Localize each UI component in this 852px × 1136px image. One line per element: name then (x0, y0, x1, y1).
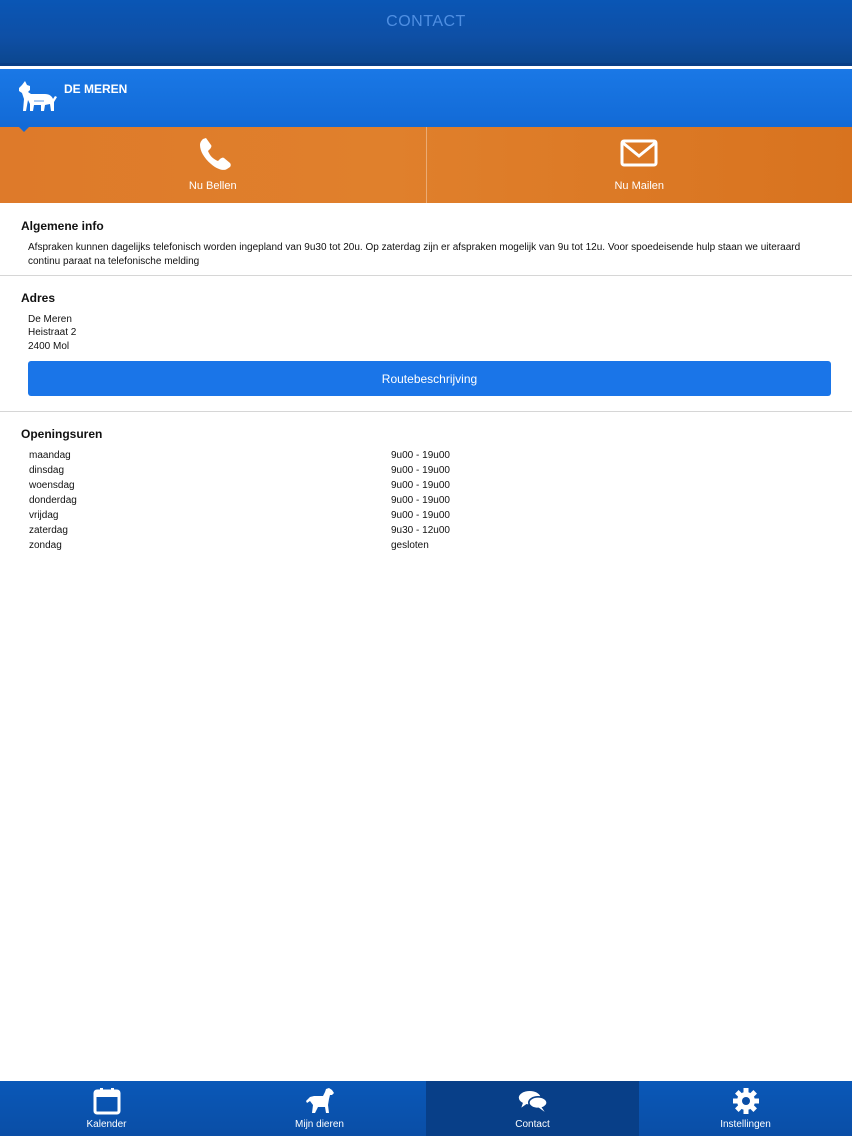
general-info-line-2: continu paraat na telefonische melding (28, 256, 200, 267)
selection-notch (17, 125, 31, 132)
hours-day: donderdag (29, 495, 77, 506)
tab-contact[interactable]: Contact (426, 1081, 639, 1136)
action-bar: Nu Bellen Nu Mailen (0, 127, 852, 203)
dog-icon (305, 1088, 334, 1113)
tab-kalender[interactable]: Kalender (0, 1081, 213, 1136)
hours-row: vrijdag 9u00 - 19u00 (29, 510, 829, 525)
phone-icon (199, 138, 231, 170)
tab-mijn-dieren[interactable]: Mijn dieren (213, 1081, 426, 1136)
divider (0, 275, 852, 276)
hours-day: zaterdag (29, 525, 68, 536)
hours-day: zondag (29, 540, 62, 551)
top-navigation-bar: CONTACT (0, 0, 852, 66)
hours-row: donderdag 9u00 - 19u00 (29, 495, 829, 510)
call-button-label: Nu Bellen (188, 180, 237, 192)
address-heading: Adres (21, 291, 56, 305)
tab-label: Contact (515, 1119, 550, 1130)
practice-bar: DE MEREN (0, 69, 852, 132)
mail-button-label: Nu Mailen (614, 180, 665, 192)
hours-day: maandag (29, 450, 71, 461)
opening-hours-heading: Openingsuren (21, 427, 103, 441)
hours-row: zondag gesloten (29, 540, 829, 555)
general-info-heading: Algemene info (21, 219, 104, 233)
practice-name: DE MEREN (64, 82, 128, 96)
hours-time: 9u00 - 19u00 (391, 480, 450, 491)
hours-time: 9u00 - 19u00 (391, 510, 450, 521)
general-info-line-1: Afspraken kunnen dagelijks telefonisch w… (28, 242, 801, 253)
address-line-street: Heistraat 2 (28, 327, 77, 338)
hours-time: 9u00 - 19u00 (391, 465, 450, 476)
gear-icon (732, 1088, 759, 1114)
call-button[interactable]: Nu Bellen (0, 127, 426, 203)
chat-bubbles-icon (518, 1091, 548, 1112)
hours-row: woensdag 9u00 - 19u00 (29, 480, 829, 495)
page-title: CONTACT (386, 13, 466, 30)
hours-row: maandag 9u00 - 19u00 (29, 450, 829, 465)
hours-day: woensdag (29, 480, 75, 491)
hours-row: dinsdag 9u00 - 19u00 (29, 465, 829, 480)
mail-icon (620, 139, 658, 167)
address-line-name: De Meren (28, 314, 72, 325)
mail-button[interactable]: Nu Mailen (425, 127, 852, 203)
hours-time: 9u00 - 19u00 (391, 495, 450, 506)
hours-day: dinsdag (29, 465, 65, 476)
tab-label: Mijn dieren (295, 1119, 344, 1130)
hours-day: vrijdag (29, 510, 59, 521)
hours-time: 9u30 - 12u00 (391, 525, 450, 536)
divider (0, 411, 852, 412)
hours-time: gesloten (391, 540, 429, 551)
calendar-icon (93, 1088, 120, 1115)
tab-label: Instellingen (720, 1119, 771, 1130)
route-button[interactable]: Routebeschrijving (28, 361, 831, 396)
dog-icon (19, 81, 57, 111)
tab-label: Kalender (86, 1119, 127, 1130)
address-line-city: 2400 Mol (28, 341, 70, 352)
bottom-tab-bar: Kalender Mijn dieren Contact Instellinge… (0, 1081, 852, 1136)
tab-instellingen[interactable]: Instellingen (639, 1081, 852, 1136)
hours-time: 9u00 - 19u00 (391, 450, 450, 461)
hours-row: zaterdag 9u30 - 12u00 (29, 525, 829, 540)
